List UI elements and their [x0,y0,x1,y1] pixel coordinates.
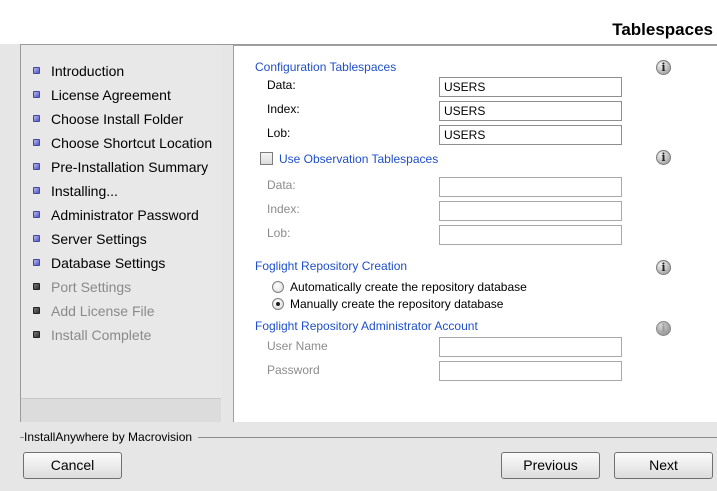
steps-panel: Introduction License Agreement Choose Inst… [21,45,221,422]
auto-create-label[interactable]: Automatically create the repository data… [290,280,527,294]
config-tablespaces-title: Configuration Tablespaces [255,60,397,74]
step-item: Introduction [21,59,221,83]
observation-index-label: Index: [267,202,300,216]
username-label: User Name [267,339,328,353]
step-bullet-icon [33,91,40,98]
step-label: Install Complete [51,327,152,343]
config-data-label: Data: [267,78,296,92]
observation-data-label: Data: [267,178,296,192]
manual-create-radio[interactable] [272,298,284,310]
steps-list: Introduction License Agreement Choose Inst… [21,59,221,347]
config-index-input[interactable]: USERS [439,101,622,121]
step-item: Install Complete [21,323,221,347]
tablespaces-panel: Configuration Tablespaces i Data: USERS … [233,45,717,422]
step-bullet-icon [33,139,40,146]
step-item: Choose Shortcut Location [21,131,221,155]
manual-create-label[interactable]: Manually create the repository database [290,297,503,311]
repository-creation-title: Foglight Repository Creation [255,259,408,273]
step-label: Pre-Installation Summary [51,159,209,175]
step-bullet-icon [33,115,40,122]
page-title: Tablespaces [612,20,713,39]
step-label: Port Settings [51,279,132,295]
step-label: Installing... [51,183,118,199]
installer-brand: InstallAnywhere by Macrovision [24,430,199,444]
info-icon[interactable]: i [656,260,671,275]
step-item: Installing... [21,179,221,203]
steps-panel-footer [21,398,221,422]
step-bullet-icon [33,211,40,218]
password-input[interactable] [439,361,622,381]
config-lob-input[interactable]: USERS [439,125,622,145]
step-bullet-icon [33,235,40,242]
password-label: Password [267,363,320,377]
step-label: Choose Install Folder [51,111,184,127]
step-bullet-icon [33,187,40,194]
info-icon[interactable]: i [656,60,671,75]
step-label: Administrator Password [51,207,199,223]
step-item: License Agreement [21,83,221,107]
cancel-button[interactable]: Cancel [23,452,122,479]
observation-lob-label: Lob: [267,226,291,240]
step-label: Introduction [51,63,125,79]
step-bullet-icon [33,67,40,74]
step-item: Administrator Password [21,203,221,227]
step-label: Server Settings [51,231,147,247]
step-item: Port Settings [21,275,221,299]
admin-account-title: Foglight Repository Administrator Accoun… [255,319,478,333]
header-banner: Tablespaces [0,0,717,44]
username-input[interactable] [439,337,622,357]
step-item: Server Settings [21,227,221,251]
step-label: License Agreement [51,87,171,103]
step-item: Pre-Installation Summary [21,155,221,179]
next-button[interactable]: Next [614,452,713,479]
info-icon[interactable]: i [656,150,671,165]
step-bullet-icon [33,259,40,266]
step-bullet-icon [33,163,40,170]
config-index-label: Index: [267,102,300,116]
observation-lob-input[interactable] [439,225,622,245]
step-label: Add License File [51,303,155,319]
info-icon[interactable]: i [656,321,671,336]
step-label: Choose Shortcut Location [51,135,213,151]
use-observation-label[interactable]: Use Observation Tablespaces [279,152,438,166]
config-data-input[interactable]: USERS [439,77,622,97]
step-item: Add License File [21,299,221,323]
step-bullet-icon [33,307,40,314]
use-observation-checkbox[interactable] [260,152,273,165]
observation-data-input[interactable] [439,177,622,197]
previous-button[interactable]: Previous [501,452,600,479]
observation-index-input[interactable] [439,201,622,221]
step-item: Choose Install Folder [21,107,221,131]
step-item: Database Settings [21,251,221,275]
step-label: Database Settings [51,255,166,271]
auto-create-radio[interactable] [272,281,284,293]
step-bullet-icon [33,283,40,290]
config-lob-label: Lob: [267,126,291,140]
step-bullet-icon [33,331,40,338]
